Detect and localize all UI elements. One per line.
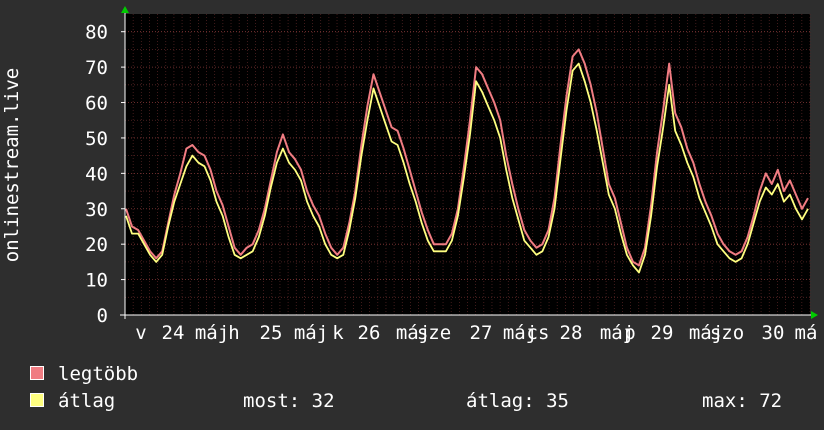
legend-label-avg: átlag — [58, 390, 116, 412]
legend-item-max: legtöbb — [30, 363, 138, 385]
chart-root: 0 10 20 30 40 50 60 70 80 v 24 máj h 25 máj k 26 máj sze 2… — [0, 0, 824, 430]
x-tick-label: má — [795, 322, 818, 344]
x-tick-label: k — [332, 322, 344, 344]
y-tick-label: 0 — [97, 305, 108, 327]
x-tick-label: 27 — [470, 322, 493, 344]
x-tick-label: sze — [417, 322, 451, 344]
y-tick-label: 60 — [85, 93, 108, 115]
legend-label-max: legtöbb — [58, 363, 139, 385]
y-tick-label: 80 — [85, 22, 108, 44]
y-tick-labels: 0 10 20 30 40 50 60 70 80 — [85, 22, 125, 327]
y-tick-label: 40 — [85, 163, 108, 185]
x-tick-label: 30 — [762, 322, 785, 344]
y-tick-label: 10 — [85, 270, 108, 292]
x-tick-label: 28 — [560, 322, 583, 344]
x-tick-label: 26 — [358, 322, 381, 344]
x-tick-labels: v 24 máj h 25 máj k 26 májsze 27 májcs 28 májp 29 májs… — [135, 322, 817, 344]
x-tick-label: 25 — [260, 322, 283, 344]
line-chart: 01020304050607080 v 24 máj h 25 máj k 26 májsze 2… — [1, 6, 818, 344]
x-tick-label: v — [135, 322, 146, 344]
x-tick-label: h — [228, 322, 239, 344]
y-axis-arrow — [121, 6, 129, 13]
x-tick-label: p — [624, 322, 635, 344]
legend-item-avg: átlag — [30, 390, 115, 412]
y-tick-label: 50 — [85, 128, 108, 150]
x-axis-arrow — [811, 311, 818, 319]
x-tick-label: cs — [527, 322, 550, 344]
y-tick-label: 30 — [85, 199, 108, 221]
x-tick-label: máj — [294, 322, 328, 344]
x-tick-label: máj — [195, 322, 229, 344]
y-axis-label: onlinestream.live — [1, 68, 23, 262]
x-tick-label: 24 — [162, 322, 185, 344]
stat-max: max: 72 — [702, 390, 783, 412]
stat-average: átlag: 35 — [466, 390, 569, 412]
stat-now: most: 32 — [243, 390, 335, 412]
x-tick-label: szo — [710, 322, 744, 344]
y-tick-label: 20 — [85, 234, 108, 256]
legend-swatch-avg — [30, 392, 44, 407]
legend-swatch-max — [30, 365, 44, 380]
y-tick-label: 70 — [85, 57, 108, 79]
x-tick-label: 29 — [651, 322, 674, 344]
